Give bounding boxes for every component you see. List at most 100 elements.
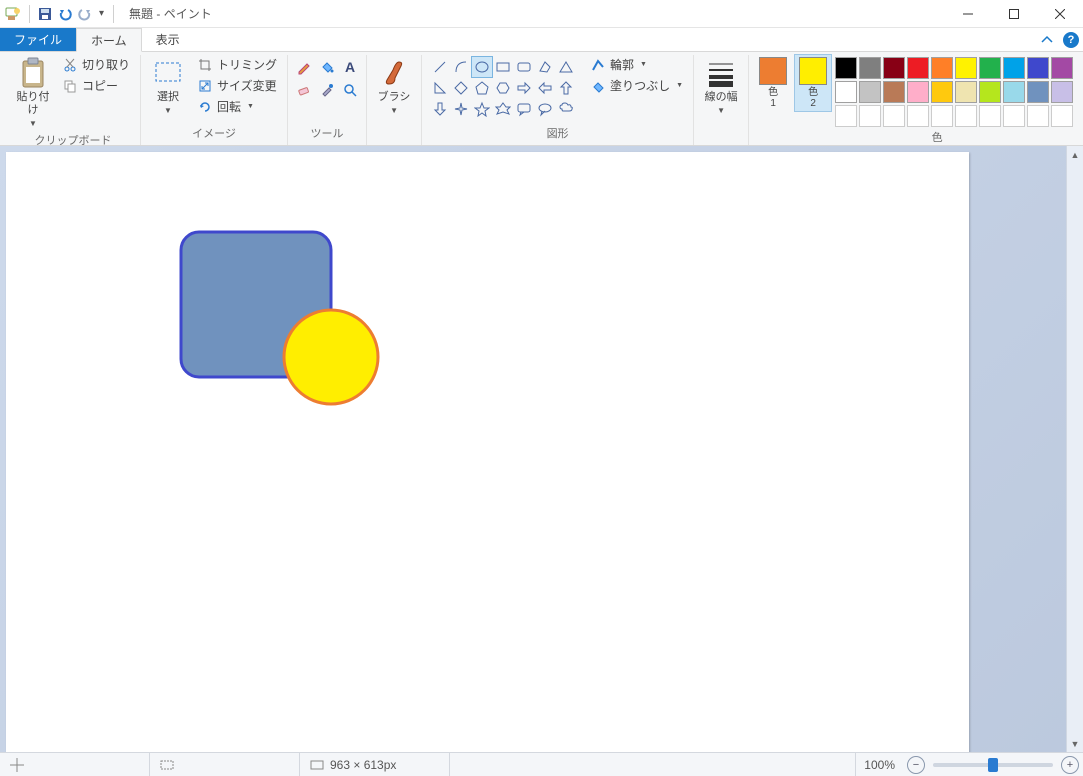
help-button[interactable]: ? <box>1059 28 1083 51</box>
palette-swatch[interactable] <box>1003 57 1025 79</box>
palette-swatch-empty[interactable] <box>1027 105 1049 127</box>
maximize-button[interactable] <box>991 0 1037 28</box>
palette-swatch[interactable] <box>1003 81 1025 103</box>
shape-callout-cloud[interactable] <box>556 99 576 119</box>
copy-button[interactable]: コピー <box>58 76 134 95</box>
palette-swatch-empty[interactable] <box>1051 105 1073 127</box>
ribbon-collapse-icon[interactable] <box>1035 28 1059 51</box>
palette-swatch-empty[interactable] <box>1003 105 1025 127</box>
zoom-out-button[interactable]: − <box>907 756 925 774</box>
palette-swatch[interactable] <box>907 57 929 79</box>
palette-swatch[interactable] <box>955 57 977 79</box>
shape-oval[interactable] <box>472 57 492 77</box>
resize-button[interactable]: サイズ変更 <box>193 76 281 95</box>
status-cursor <box>0 753 150 776</box>
shape-5star[interactable] <box>472 99 492 119</box>
minimize-button[interactable] <box>945 0 991 28</box>
select-button[interactable]: 選択 ▼ <box>147 55 189 117</box>
brushes-button[interactable]: ブラシ ▼ <box>373 55 415 117</box>
drawn-circle <box>284 310 378 404</box>
shape-pentagon[interactable] <box>472 78 492 98</box>
crop-button[interactable]: トリミング <box>193 55 281 74</box>
palette-swatch[interactable] <box>931 81 953 103</box>
palette-swatch[interactable] <box>1027 57 1049 79</box>
shape-roundrect[interactable] <box>514 57 534 77</box>
palette-swatch[interactable] <box>931 57 953 79</box>
shape-curve[interactable] <box>451 57 471 77</box>
tab-view[interactable]: 表示 <box>142 28 194 51</box>
palette-swatch-empty[interactable] <box>835 105 857 127</box>
fill-icon <box>590 78 606 94</box>
canvas-area[interactable] <box>0 146 1066 752</box>
save-button[interactable] <box>37 6 53 22</box>
zoom-slider[interactable] <box>933 763 1053 767</box>
palette-swatch[interactable] <box>883 81 905 103</box>
shape-right-triangle[interactable] <box>430 78 450 98</box>
shape-triangle[interactable] <box>556 57 576 77</box>
scroll-down-icon[interactable]: ▼ <box>1067 735 1083 752</box>
canvas[interactable] <box>6 152 969 752</box>
palette-swatch[interactable] <box>1027 81 1049 103</box>
line-width-button[interactable]: 線の幅 ▼ <box>700 55 742 117</box>
canvas-size-icon <box>310 758 324 772</box>
shape-rect[interactable] <box>493 57 513 77</box>
shape-diamond[interactable] <box>451 78 471 98</box>
palette-swatch[interactable] <box>907 81 929 103</box>
edit-colors-button[interactable]: 色の 編集 <box>1077 55 1083 119</box>
scroll-up-icon[interactable]: ▲ <box>1067 146 1083 163</box>
palette-swatch[interactable] <box>1051 57 1073 79</box>
tab-home[interactable]: ホーム <box>76 28 142 52</box>
close-button[interactable] <box>1037 0 1083 28</box>
palette-swatch[interactable] <box>955 81 977 103</box>
pencil-tool[interactable] <box>294 57 314 77</box>
zoom-in-button[interactable]: + <box>1061 756 1079 774</box>
shape-hexagon[interactable] <box>493 78 513 98</box>
palette-swatch-empty[interactable] <box>859 105 881 127</box>
shape-arrow-up[interactable] <box>556 78 576 98</box>
palette-swatch[interactable] <box>835 81 857 103</box>
palette-swatch[interactable] <box>979 81 1001 103</box>
fill-shape-button[interactable]: 塗りつぶし ▼ <box>586 76 687 95</box>
color1-button[interactable]: 色 1 <box>755 55 791 111</box>
redo-button[interactable] <box>77 6 93 22</box>
fill-tool[interactable] <box>317 57 337 77</box>
shape-4star[interactable] <box>451 99 471 119</box>
status-selection <box>150 753 300 776</box>
shape-line[interactable] <box>430 57 450 77</box>
shape-arrow-left[interactable] <box>535 78 555 98</box>
shape-callout-oval[interactable] <box>535 99 555 119</box>
vertical-scrollbar[interactable]: ▲ ▼ <box>1066 146 1083 752</box>
text-tool[interactable]: A <box>340 57 360 77</box>
rotate-button[interactable]: 回転 ▼ <box>193 97 281 116</box>
palette-swatch[interactable] <box>883 57 905 79</box>
eraser-tool[interactable] <box>294 80 314 100</box>
magnifier-tool[interactable] <box>340 80 360 100</box>
qat-customize[interactable]: ▾ <box>97 8 106 19</box>
palette-swatch[interactable] <box>859 57 881 79</box>
palette-swatch[interactable] <box>979 57 1001 79</box>
shapes-gallery[interactable] <box>428 55 578 121</box>
zoom-percent: 100% <box>856 758 903 772</box>
palette-swatch-empty[interactable] <box>979 105 1001 127</box>
shape-callout-round[interactable] <box>514 99 534 119</box>
shape-arrow-right[interactable] <box>514 78 534 98</box>
palette-swatch[interactable] <box>835 57 857 79</box>
palette-swatch[interactable] <box>859 81 881 103</box>
palette-swatch-empty[interactable] <box>955 105 977 127</box>
eyedropper-tool[interactable] <box>317 80 337 100</box>
paste-button[interactable]: 貼り付け ▼ <box>12 55 54 130</box>
palette-swatch-empty[interactable] <box>883 105 905 127</box>
shape-6star[interactable] <box>493 99 513 119</box>
shape-polygon[interactable] <box>535 57 555 77</box>
brush-icon <box>378 57 410 89</box>
tab-file[interactable]: ファイル <box>0 28 76 51</box>
cut-button[interactable]: 切り取り <box>58 55 134 74</box>
color2-button[interactable]: 色 2 <box>795 55 831 111</box>
undo-button[interactable] <box>57 6 73 22</box>
outline-button[interactable]: 輪郭 ▼ <box>586 55 687 74</box>
palette-swatch-empty[interactable] <box>931 105 953 127</box>
palette-swatch[interactable] <box>1051 81 1073 103</box>
shape-arrow-down[interactable] <box>430 99 450 119</box>
palette-swatch-empty[interactable] <box>907 105 929 127</box>
color-palette[interactable] <box>835 55 1073 127</box>
